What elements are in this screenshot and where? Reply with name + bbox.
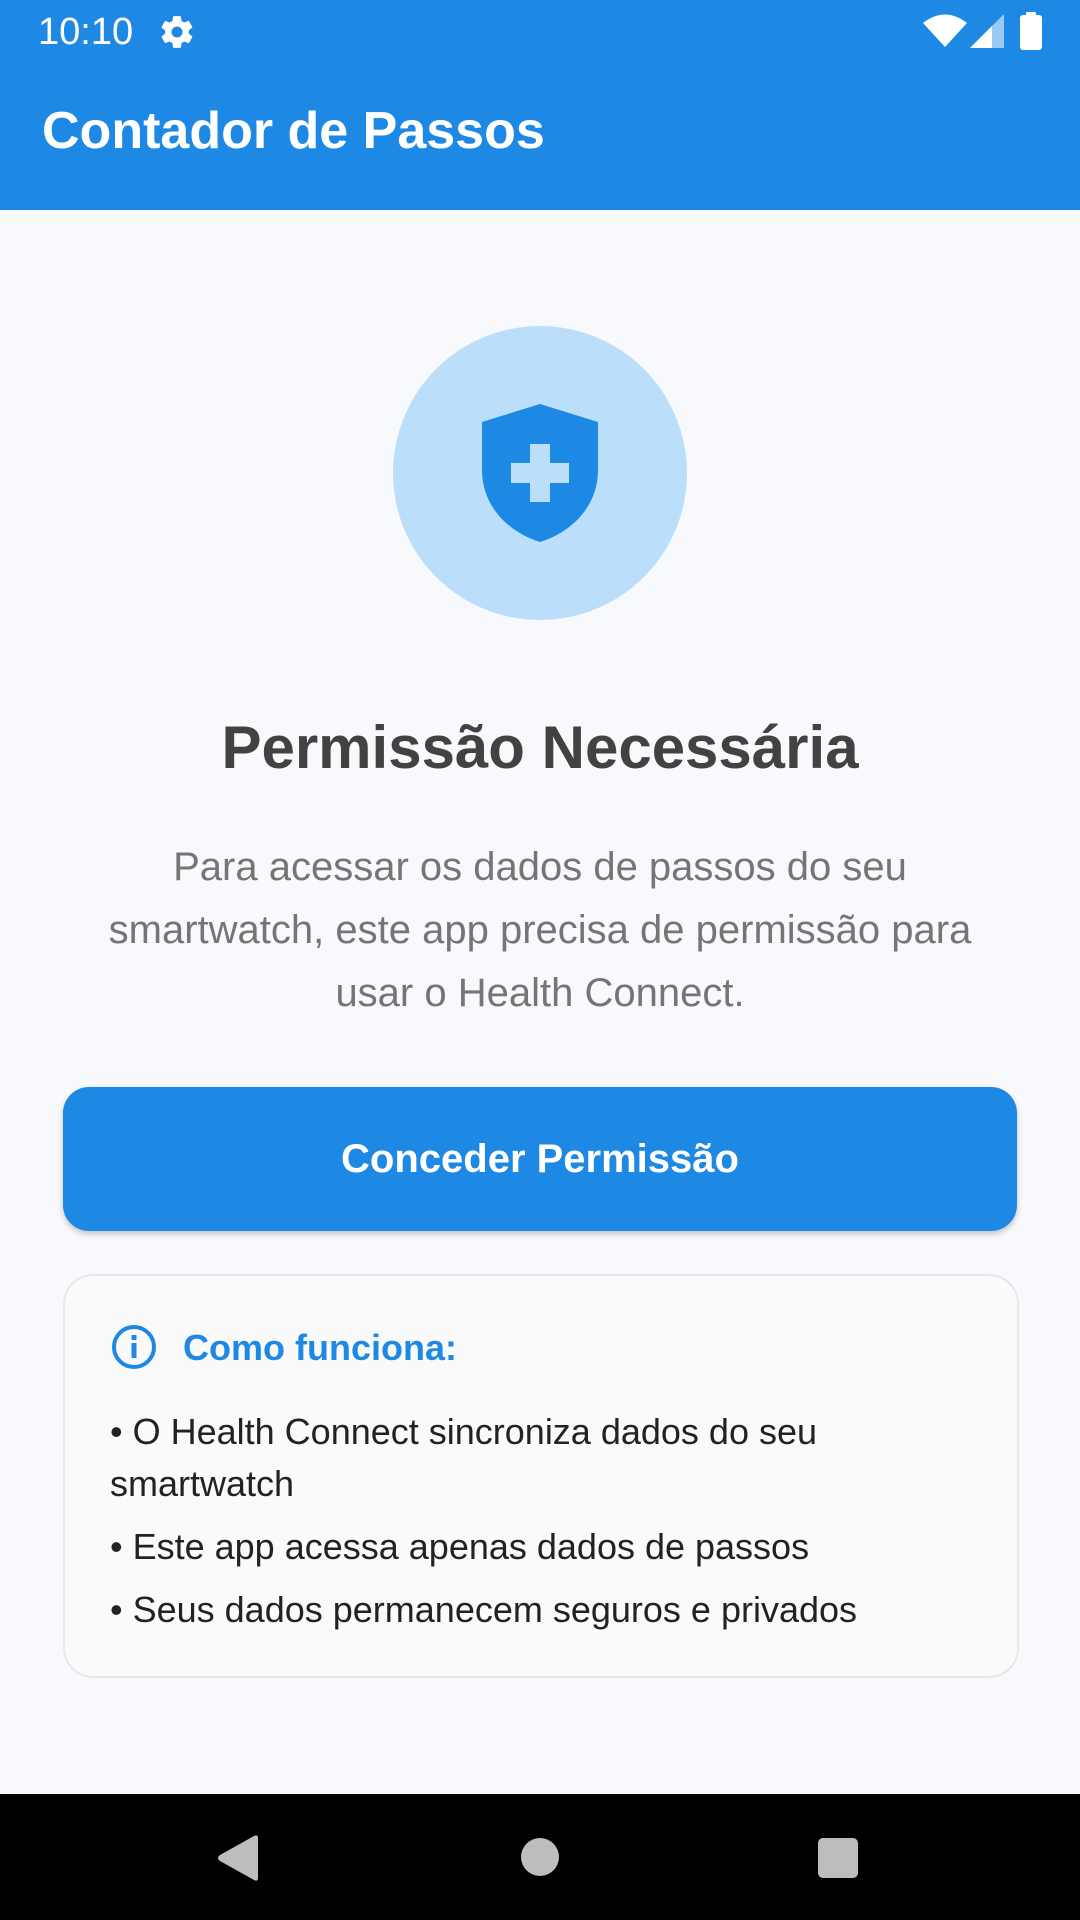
info-card-title: Como funciona: (183, 1327, 457, 1368)
status-bar: 10:10 (0, 0, 1080, 64)
app-bar: Contador de Passos (0, 64, 1080, 210)
shield-plus-icon (482, 404, 598, 542)
info-item: • Seus dados permanecem seguros e privad… (110, 1584, 980, 1636)
info-card: Como funciona: • O Health Connect sincro… (63, 1274, 1019, 1678)
info-item-line: • Seus dados permanecem seguros e privad… (110, 1589, 858, 1630)
home-icon[interactable] (521, 1838, 559, 1876)
info-item-line: • O Health Connect sincroniza dados do s… (110, 1411, 818, 1452)
battery-icon (1020, 12, 1042, 50)
permission-description: Para acessar os dados de passos do seu s… (60, 836, 1020, 1025)
wifi-icon (923, 14, 967, 47)
permission-heading: Permissão Necessária (221, 714, 859, 781)
info-item: • O Health Connect sincroniza dados do s… (110, 1406, 980, 1510)
status-time: 10:10 (38, 11, 134, 53)
gear-icon (161, 16, 193, 48)
description-line: Para acessar os dados de passos do seu (173, 845, 907, 889)
signal-icon (970, 14, 1004, 48)
description-line: smartwatch, este app precisa de permissã… (108, 908, 972, 952)
back-icon[interactable] (216, 1834, 260, 1882)
info-item-line: • Este app acessa apenas dados de passos (110, 1526, 810, 1567)
app-title: Contador de Passos (42, 102, 545, 160)
info-item: • Este app acessa apenas dados de passos (110, 1521, 980, 1573)
grant-permission-button[interactable]: Conceder Permissão (63, 1087, 1017, 1231)
info-item-line: smartwatch (110, 1463, 295, 1504)
description-line: usar o Health Connect. (335, 971, 745, 1015)
info-icon (112, 1325, 156, 1369)
recents-icon[interactable] (818, 1838, 858, 1878)
